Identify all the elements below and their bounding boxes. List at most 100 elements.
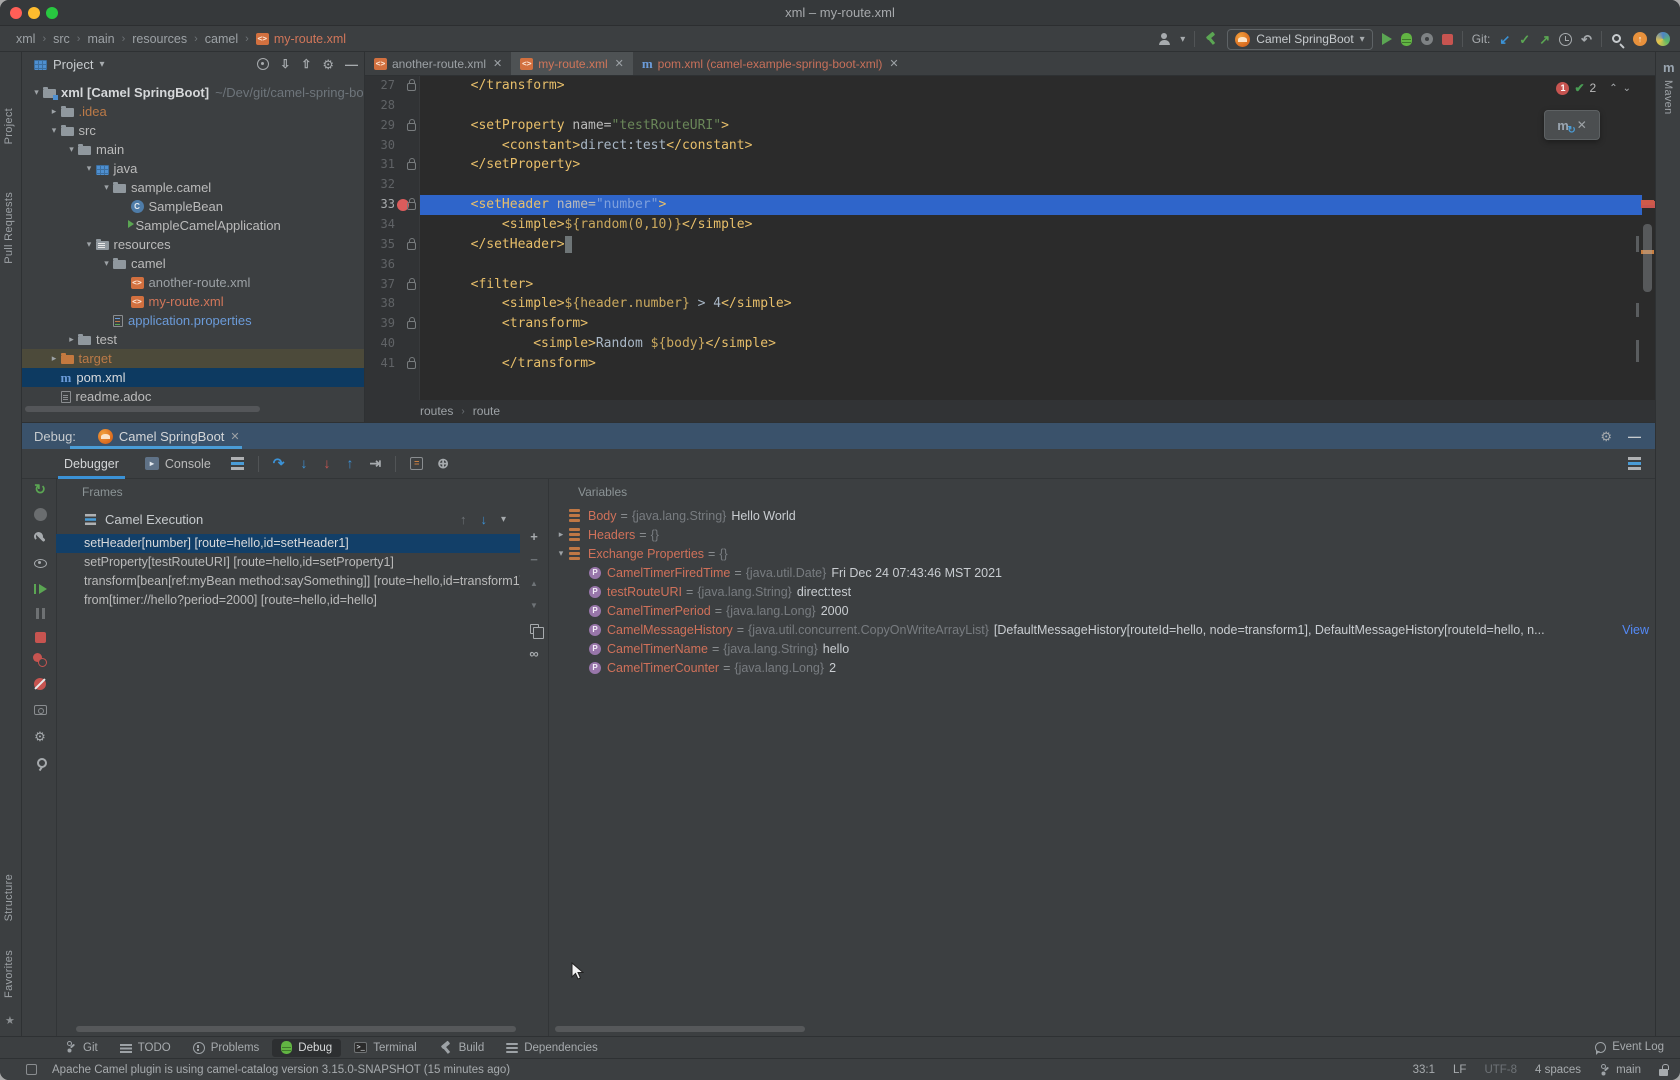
error-stripe-mark[interactable] (1641, 200, 1654, 205)
tool-stripe-favorites[interactable]: Favorites (3, 950, 15, 998)
tree-row[interactable]: pom.xml (22, 368, 364, 387)
breadcrumb-item[interactable]: src (53, 32, 70, 46)
chevron-down-icon[interactable]: ▾ (99, 59, 104, 70)
maven-stripe-icon[interactable]: m (1663, 60, 1675, 75)
status-widget-unlock[interactable] (1659, 1064, 1668, 1076)
variable-row[interactable]: CamelTimerName={java.lang.String}hello (549, 639, 1655, 658)
event-log-button[interactable]: Event Log (1595, 1036, 1664, 1058)
tree-chevron-icon[interactable]: ▸ (48, 353, 61, 364)
status-widget-LF[interactable]: LF (1453, 1064, 1466, 1076)
tool-stripe-project[interactable]: Project (3, 108, 15, 144)
run-button[interactable] (1382, 33, 1392, 45)
status-widget-33:1[interactable]: 33:1 (1413, 1064, 1435, 1076)
restore-layout-icon[interactable] (1628, 462, 1641, 465)
code-text[interactable]: <filter> (408, 275, 533, 295)
line-number[interactable]: 37 (365, 275, 395, 295)
maven-reload-popup[interactable]: m↻ ✕ (1544, 110, 1600, 140)
tree-row[interactable]: ▾main (22, 140, 364, 159)
code-with-me-icon[interactable] (1656, 32, 1670, 46)
tree-row[interactable]: SampleBean (22, 197, 364, 216)
favorites-star-icon[interactable]: ★ (5, 1014, 15, 1027)
editor-tab[interactable]: another-route.xml✕ (365, 52, 511, 75)
frame-down-icon[interactable]: ↓ (480, 513, 487, 526)
close-tab-icon[interactable]: ✕ (615, 57, 624, 70)
line-number[interactable]: 33 (365, 195, 395, 215)
breadcrumb-item[interactable]: resources (132, 32, 187, 46)
rollback-icon[interactable]: ↶ (1581, 33, 1592, 46)
frame-row[interactable]: setHeader[number] [route=hello,id=setHea… (56, 534, 520, 553)
code-text[interactable]: <simple>${random(0,10)}</simple> (408, 215, 752, 235)
build-project-icon[interactable] (1204, 32, 1218, 46)
thread-selector[interactable]: Camel Execution (56, 507, 520, 531)
expand-all-icon[interactable]: ⇩ (280, 58, 290, 71)
code-text[interactable]: </setHeader> (408, 235, 565, 255)
line-number[interactable]: 30 (365, 136, 395, 156)
more-options-icon[interactable]: ⊕ (437, 457, 449, 470)
tree-row[interactable]: ▾xml [Camel SpringBoot]~/Dev/git/camel-s… (22, 83, 364, 102)
breadcrumb-current-file[interactable]: my-route.xml (256, 32, 346, 46)
git-commit-icon[interactable]: ✓ (1519, 33, 1530, 46)
code-text[interactable]: </setProperty> (408, 155, 580, 175)
tree-chevron-icon[interactable]: ▾ (65, 144, 78, 155)
code-text[interactable]: <setProperty name="testRouteURI"> (408, 116, 729, 136)
editor-code[interactable]: 27 </transform>2829 <setProperty name="t… (365, 76, 1655, 374)
view-link[interactable]: View (1616, 623, 1649, 637)
close-tab-icon[interactable]: ✕ (493, 57, 502, 70)
debug-session-tab[interactable]: Camel SpringBoot ✕ (98, 429, 240, 444)
tool-stripe-maven[interactable]: Maven (1662, 80, 1674, 115)
chevron-down-icon[interactable]: ▾ (1180, 34, 1185, 45)
tree-row[interactable]: another-route.xml (22, 273, 364, 292)
step-over-icon[interactable]: ↷ (273, 457, 285, 470)
variable-row[interactable]: ▾Exchange Properties={} (549, 544, 1655, 563)
tree-chevron-icon[interactable]: ▾ (48, 125, 61, 136)
code-text[interactable]: <setHeader name="number"> (408, 195, 666, 215)
close-icon[interactable]: ✕ (230, 430, 239, 443)
line-number[interactable]: 29 (365, 116, 395, 136)
project-settings-icon[interactable]: ⚙ (322, 58, 334, 71)
tool-window-button-problems[interactable]: Problems (184, 1039, 269, 1057)
tree-chevron-icon[interactable]: ▾ (30, 87, 43, 98)
tree-chevron-icon[interactable]: ▸ (555, 529, 567, 540)
close-icon[interactable]: ✕ (1577, 118, 1587, 132)
variable-row[interactable]: CamelMessageHistory={java.util.concurren… (549, 620, 1655, 639)
code-text[interactable]: </transform> (408, 76, 565, 96)
tree-chevron-icon[interactable]: ▸ (48, 106, 61, 117)
project-title[interactable]: Project (53, 57, 93, 72)
tree-row[interactable]: ▸test (22, 330, 364, 349)
code-text[interactable]: <simple>${header.number} > 4</simple> (408, 294, 792, 314)
tree-row[interactable]: ▸target (22, 349, 364, 368)
step-into-icon[interactable]: ↓ (301, 457, 308, 470)
frame-up-icon[interactable]: ↑ (460, 513, 467, 526)
debug-button[interactable] (1401, 33, 1412, 46)
line-number[interactable]: 31 (365, 155, 395, 175)
tool-window-button-todo[interactable]: TODO (111, 1039, 180, 1057)
tree-row[interactable]: application.properties (22, 311, 364, 330)
line-number[interactable]: 36 (365, 255, 395, 275)
collapse-all-icon[interactable]: ⇧ (301, 58, 311, 71)
editor-breadcrumb-item[interactable]: route (473, 404, 500, 418)
line-number[interactable]: 28 (365, 96, 395, 116)
tool-window-button-dependencies[interactable]: Dependencies (497, 1039, 607, 1057)
tree-chevron-icon[interactable]: ▾ (83, 239, 96, 250)
line-number[interactable]: 35 (365, 235, 395, 255)
code-text[interactable]: <constant>direct:test</constant> (408, 136, 752, 156)
inspections-widget[interactable]: 1 ✔ 2 ⌃ ⌄ (1556, 78, 1631, 98)
frame-row[interactable]: setProperty[testRouteURI] [route=hello,i… (56, 553, 520, 572)
code-text[interactable]: </transform> (408, 354, 596, 374)
tree-row[interactable]: readme.adoc (22, 387, 364, 406)
tree-chevron-icon[interactable]: ▾ (83, 163, 96, 174)
status-widget-main[interactable]: main (1599, 1064, 1641, 1077)
history-icon[interactable] (1559, 33, 1572, 46)
tree-row[interactable]: ▸.idea (22, 102, 364, 121)
hide-panel-icon[interactable]: — (345, 58, 358, 71)
code-text[interactable]: <transform> (408, 314, 588, 334)
next-problem-icon[interactable]: ⌄ (1623, 83, 1631, 94)
tree-row[interactable]: my-route.xml (22, 292, 364, 311)
git-push-icon[interactable]: ↗ (1539, 33, 1550, 46)
frame-row[interactable]: from[timer://hello?period=2000] [route=h… (56, 591, 520, 610)
tree-row[interactable]: ▾resources (22, 235, 364, 254)
line-number[interactable]: 41 (365, 354, 395, 374)
tab-debugger[interactable]: Debugger (58, 449, 125, 479)
line-number[interactable]: 39 (365, 314, 395, 334)
tree-row[interactable]: ▾camel (22, 254, 364, 273)
